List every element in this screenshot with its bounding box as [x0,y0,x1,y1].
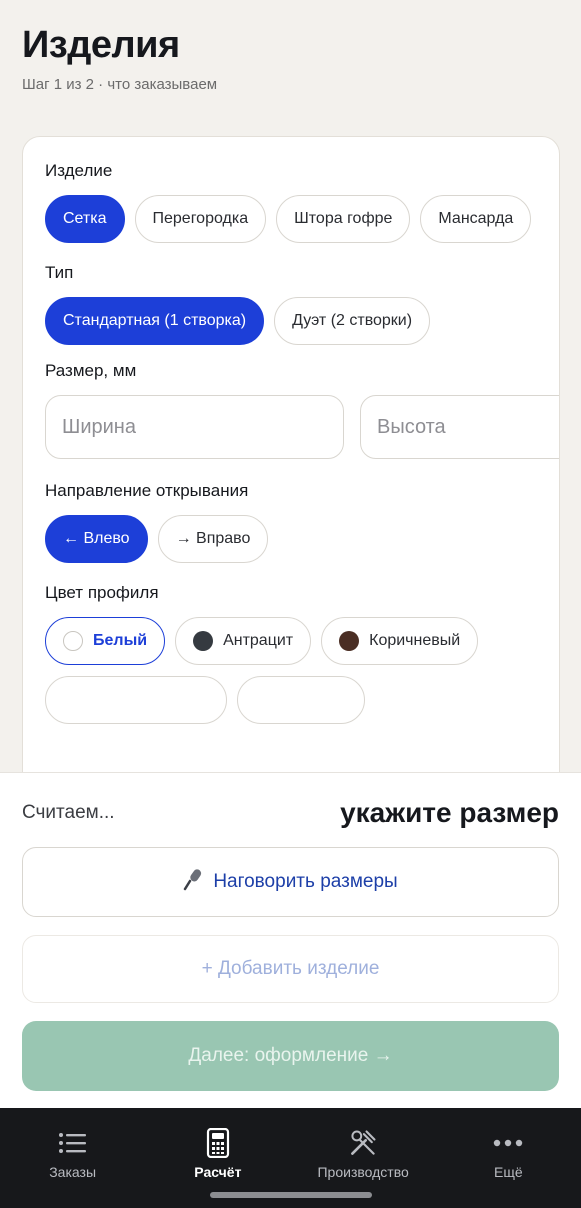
tab-orders[interactable]: Заказы [0,1108,145,1208]
tab-more[interactable]: Ещё [436,1108,581,1208]
more-icon [493,1128,523,1158]
calc-status-row: Считаем... укажите размер [22,797,559,829]
voice-input-button[interactable]: Наговорить размеры [22,847,559,917]
type-chips: Стандартная (1 створка) Дуэт (2 створки) [45,297,537,345]
product-chips: Сетка Перегородка Штора гофре Мансарда [45,195,537,243]
tab-calculation-label: Расчёт [194,1164,242,1180]
bottom-action-panel: Считаем... укажите размер Наговорить раз… [0,772,581,1108]
color-chips: Белый Антрацит Коричневый [45,617,537,724]
chip-type-standard[interactable]: Стандартная (1 створка) [45,297,265,345]
chip-type-duet[interactable]: Дуэт (2 створки) [274,297,431,345]
tab-production-label: Производство [317,1164,409,1180]
brown-swatch-icon [339,631,360,651]
chip-color-brown-label: Коричневый [369,632,461,649]
chip-color-brown[interactable]: Коричневый [321,617,479,665]
list-icon [58,1128,88,1158]
page-header: Изделия Шаг 1 из 2 · что заказываем [22,22,559,93]
height-input[interactable] [360,395,559,459]
calculator-icon [203,1128,233,1158]
chip-color-anthracite[interactable]: Антрацит [175,617,312,665]
product-label: Изделие [45,161,113,180]
page-title: Изделия [22,24,180,66]
anthracite-swatch-icon [193,631,214,651]
chip-product-shtora[interactable]: Штора гофре [276,195,411,243]
color-label: Цвет профиля [45,583,159,602]
chip-color-anthracite-label: Антрацит [223,632,294,649]
tab-more-label: Ещё [494,1164,523,1180]
chip-product-peregorodka[interactable]: Перегородка [134,195,267,243]
voice-input-label: Наговорить размеры [213,871,398,892]
size-label: Размер, мм [45,361,137,380]
microphone-icon [183,867,205,897]
size-inputs [45,395,559,459]
white-swatch-icon [63,631,83,651]
tools-icon [348,1128,378,1158]
type-label: Тип [45,263,74,282]
chip-direction-right[interactable]: → Вправо [157,515,269,563]
chip-direction-left[interactable]: ← Влево [45,515,148,563]
direction-label: Направление открывания [45,481,249,500]
chip-color-white[interactable]: Белый [45,617,166,665]
step-subtitle: Шаг 1 из 2 · что заказываем [22,76,218,93]
chip-product-mansarda[interactable]: Мансарда [420,195,532,243]
add-product-button[interactable]: + Добавить изделие [22,935,559,1003]
chip-color-more-2[interactable] [237,676,365,724]
calc-hint: укажите размер [340,797,559,828]
chip-product-setka[interactable]: Сетка [45,195,125,243]
calc-status: Считаем... [22,802,115,823]
home-indicator [210,1192,372,1198]
tab-orders-label: Заказы [49,1164,97,1180]
direction-chips: ← Влево → Вправо [45,515,537,563]
width-input[interactable] [45,395,344,459]
chip-color-white-label: Белый [93,632,148,649]
next-step-button[interactable]: Далее: оформление → [22,1021,559,1091]
chip-color-more-1[interactable] [45,676,227,724]
product-form-card: Изделие Сетка Перегородка Штора гофре Ма… [22,136,560,836]
